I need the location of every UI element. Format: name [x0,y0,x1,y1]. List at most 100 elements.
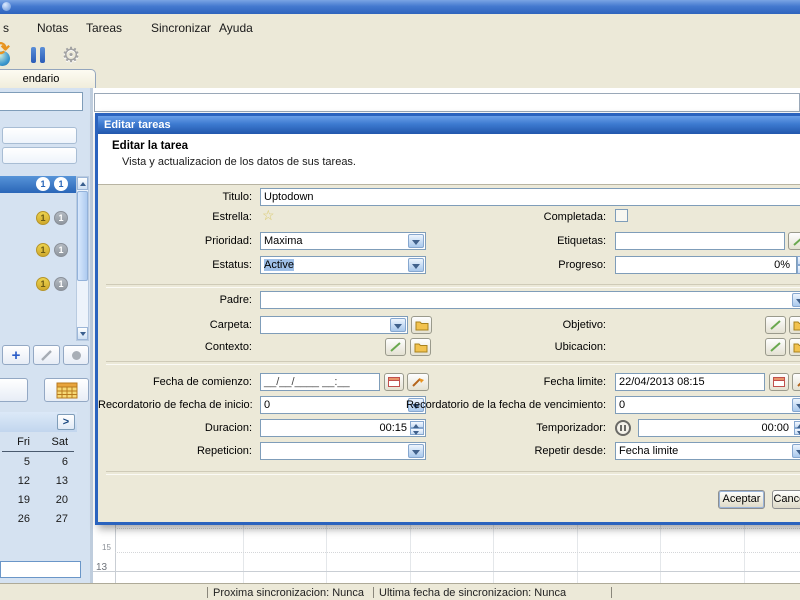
list-scrollbar[interactable] [76,176,89,341]
objetivo-browse-button[interactable] [789,316,800,334]
etiquetas-input[interactable] [615,232,785,250]
ubicacion-label: Ubicacion: [348,341,610,355]
view-list-button[interactable] [0,378,28,402]
section-divider [106,361,800,365]
chevron-down-icon[interactable] [792,293,800,307]
sidebar-search-input[interactable] [0,92,83,111]
sync-icon: ⟳ [0,38,10,61]
sidebar-splitter[interactable] [90,88,93,583]
dialog-heading: Editar la tarea [112,140,188,152]
toolbar: ⟳ ⚙ [0,40,800,70]
cancel-button[interactable]: Cancelar [772,490,800,509]
count-badge: 1 [54,211,68,225]
count-badge: 1 [36,277,50,291]
pencil-icon [769,320,782,331]
padre-select[interactable] [260,291,800,309]
recordatorio-vencimiento-select[interactable]: 0 [615,396,800,414]
task-list-row[interactable]: 1 1 [0,276,76,292]
menu-item-ayuda[interactable]: Ayuda [217,20,255,36]
count-badge: 1 [36,211,50,225]
view-calendar-button[interactable] [44,378,89,402]
status-last-sync: Ultima fecha de sincronizacion: Nunca [379,587,566,599]
repeticion-label: Repeticion: [98,445,256,459]
task-list-row[interactable]: 1 1 [0,210,76,226]
count-badge: 1 [54,243,68,257]
edit-task-button[interactable] [33,345,60,365]
scroll-up-icon[interactable] [77,177,88,190]
repetir-desde-select[interactable]: Fecha limite [615,442,800,460]
section-divider [106,284,800,288]
fecha-comienzo-label: Fecha de comienzo: [98,376,256,390]
fecha-limite-picker-button[interactable] [769,373,789,391]
pause-sync-button[interactable] [25,42,51,68]
sync-button[interactable]: ⟳ [0,42,21,68]
temporizador-spinner[interactable] [794,421,800,435]
day-header-fri: Fri [4,436,30,448]
calendar-day[interactable]: 27 [42,513,68,525]
tab-calendario[interactable]: endario [0,69,96,88]
grid-hour-label: 13 [96,562,107,573]
completada-checkbox[interactable] [615,209,628,222]
record-button[interactable] [63,345,89,365]
pause-icon [40,47,45,63]
settings-button[interactable]: ⚙ [58,42,84,68]
date-picker-icon [773,377,785,387]
pencil-icon [40,349,53,362]
calendar-icon [56,382,78,399]
dialog-titlebar[interactable]: Editar tareas [98,116,800,134]
chevron-down-icon[interactable] [792,398,800,412]
calendar-day[interactable]: 5 [4,456,30,468]
task-list-row-selected[interactable]: 1 1 [0,176,76,193]
calendar-day[interactable]: 19 [4,494,30,506]
menu-item-sincronizar[interactable]: Sincronizar [149,20,213,36]
edit-task-dialog: Editar tareas Editar la tarea Vista y ac… [95,113,800,525]
ubicacion-edit-button[interactable] [765,338,786,356]
ubicacion-browse-button[interactable] [789,338,800,356]
calendar-day[interactable]: 13 [42,475,68,487]
add-task-button[interactable]: + [2,345,30,365]
plus-icon: + [12,348,21,363]
calendar-day[interactable]: 20 [42,494,68,506]
prioridad-label: Prioridad: [98,235,256,249]
sidebar-filter-item-1[interactable] [2,127,77,144]
chevron-down-icon[interactable] [792,444,800,458]
titulo-input[interactable]: Uptodown [260,188,800,206]
main-filter-field[interactable] [94,93,800,112]
completada-label: Completada: [348,211,610,225]
tab-label: endario [23,73,60,85]
circle-icon [72,351,81,360]
etiquetas-edit-button[interactable] [788,232,800,250]
calendar-day[interactable]: 26 [4,513,30,525]
window-titlebar[interactable] [0,0,800,14]
temporizador-input[interactable]: 00:00 [638,419,800,437]
progreso-input[interactable]: 0% [615,256,797,274]
status-next-sync: Proxima sincronizacion: Nunca [213,587,364,599]
star-icon[interactable]: ☆ [262,208,275,222]
folder-icon [793,320,800,331]
app-icon [2,2,11,11]
menubar: s Notas Tareas Sincronizar Ayuda [0,14,800,40]
accept-button[interactable]: Aceptar [718,490,765,509]
task-list-row[interactable]: 1 1 [0,242,76,258]
dialog-title: Editar tareas [104,119,171,131]
sidebar-filter-item-2[interactable] [2,147,77,164]
scrollbar-thumb[interactable] [77,191,88,281]
fecha-limite-label: Fecha limite: [348,376,610,390]
sidebar-bottom-field[interactable] [0,561,81,578]
calendar-day[interactable]: 6 [42,456,68,468]
menu-item-tareas[interactable]: Tareas [84,20,124,36]
next-month-button[interactable]: > [57,414,75,430]
repetir-desde-label: Repetir desde: [348,445,610,459]
fecha-limite-clear-button[interactable] [792,373,800,391]
gear-icon: ⚙ [62,43,81,68]
folder-icon [793,342,800,353]
scroll-down-icon[interactable] [77,327,88,340]
contexto-label: Contexto: [98,341,256,355]
objetivo-edit-button[interactable] [765,316,786,334]
section-divider [106,471,800,475]
timer-pause-button[interactable] [615,420,631,436]
calendar-day[interactable]: 12 [4,475,30,487]
menu-item-notas[interactable]: Notas [35,20,70,36]
fecha-limite-input[interactable]: 22/04/2013 08:15 [615,373,765,391]
menu-item-fragment[interactable]: s [1,20,11,36]
